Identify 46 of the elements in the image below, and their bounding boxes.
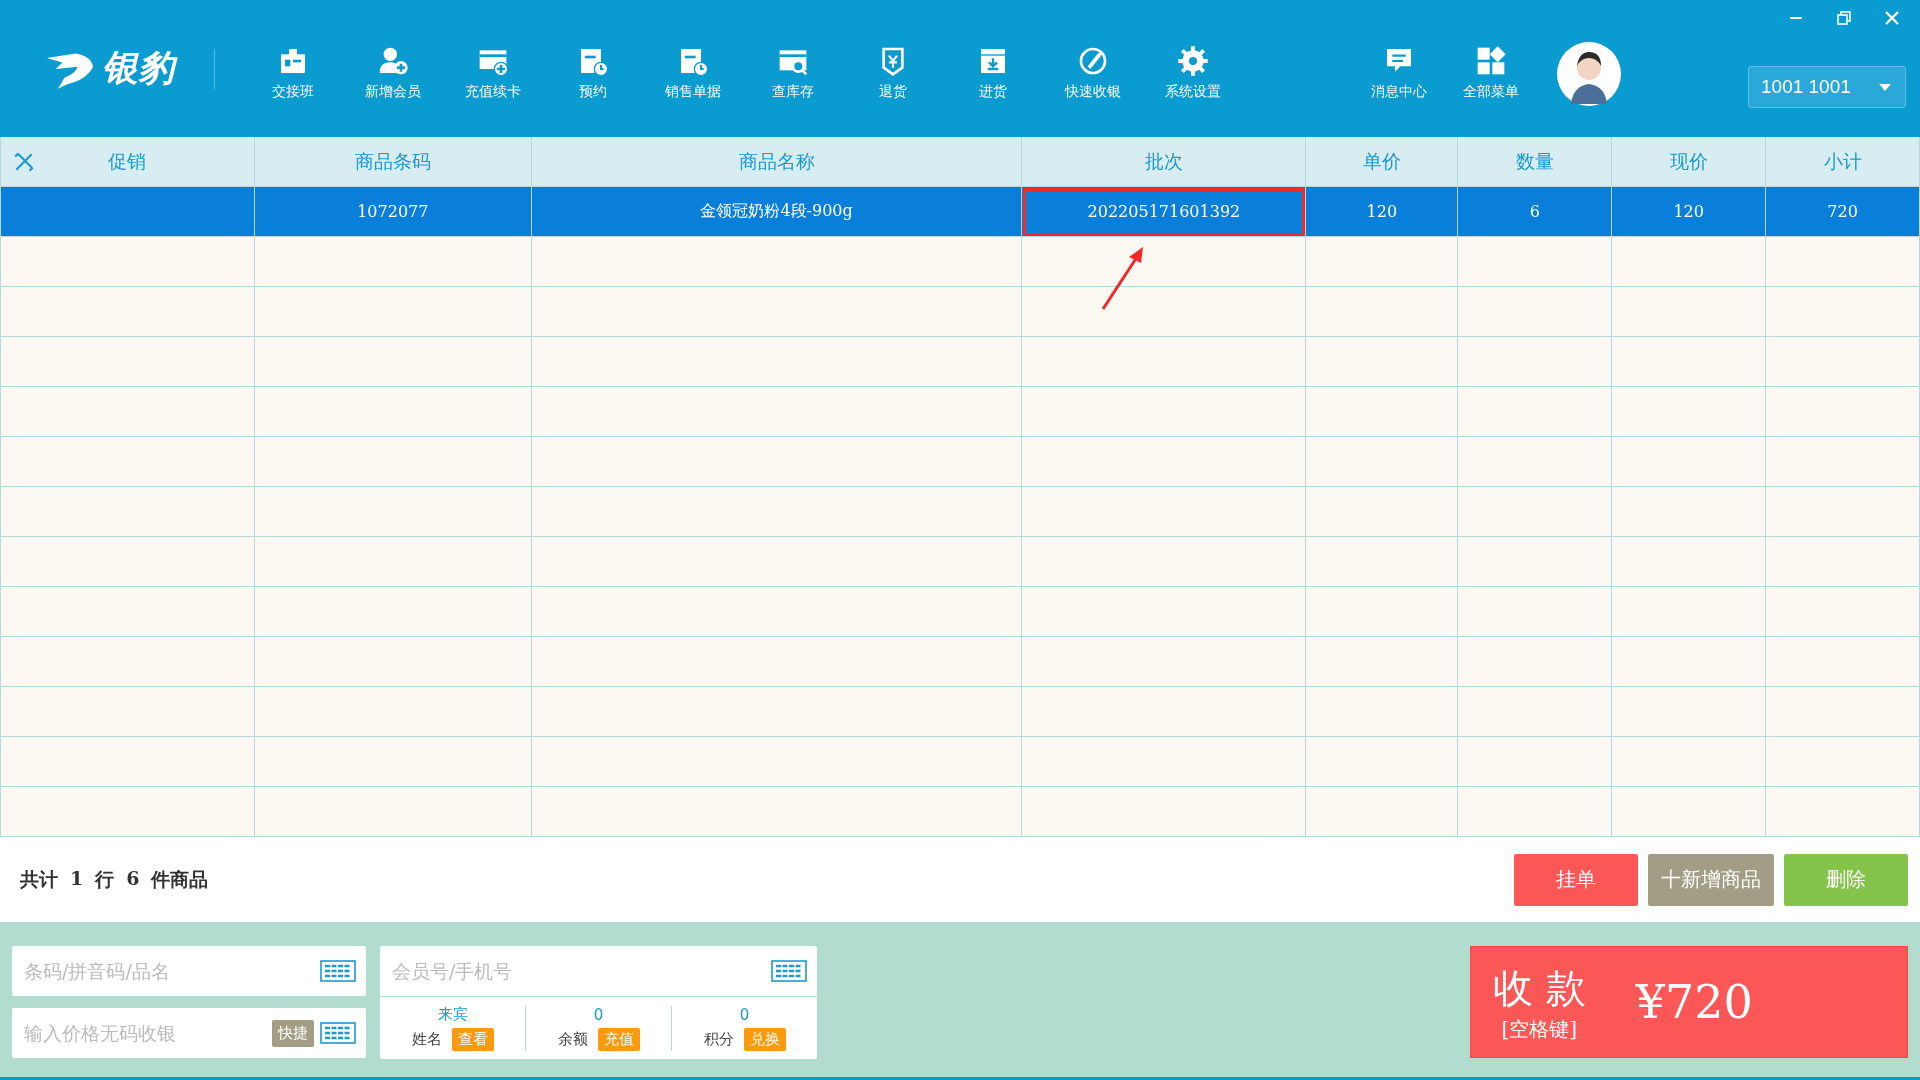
member-value: 0 — [593, 1005, 604, 1024]
keyboard-icon[interactable] — [771, 960, 807, 982]
summary-text: 件商品 — [151, 866, 209, 892]
toolbar-button[interactable]: 预约 — [543, 44, 643, 101]
action-button[interactable]: 十新增商品 — [1648, 853, 1774, 906]
member-value: 0 — [739, 1005, 750, 1024]
summary-text: 共计 — [20, 866, 58, 892]
toolbar-button[interactable]: 充值续卡 — [443, 44, 543, 101]
member-label: 积分 — [703, 1029, 734, 1049]
toolbar-button[interactable]: 销售单据 — [643, 44, 743, 101]
summary-text: 行 — [95, 866, 115, 892]
summary-text: 1 — [70, 866, 84, 891]
action-button[interactable]: 删除 — [1784, 853, 1908, 906]
search-box[interactable]: 条码/拼音码/品名 — [12, 946, 366, 996]
toolbar-button[interactable]: 消息中心 — [1353, 44, 1445, 101]
toolbar-button[interactable]: 退货 — [843, 44, 943, 101]
member-label: 姓名 — [411, 1030, 442, 1049]
price-box[interactable]: 输入价格无码收银 快捷 — [12, 1008, 366, 1058]
user-dropdown[interactable]: 1001 1001 — [1748, 66, 1906, 108]
member-field[interactable]: 会员号/手机号 — [390, 959, 765, 983]
toolbar-button[interactable]: 全部菜单 — [1445, 44, 1537, 101]
member-action-button[interactable]: 查看 — [451, 1028, 494, 1051]
member-label: 余额 — [557, 1029, 588, 1049]
summary-text: 6 — [126, 866, 140, 891]
table-cell: 202205171601392 — [1022, 187, 1307, 237]
action-button[interactable]: 挂单 — [1514, 853, 1638, 906]
member-value: 来宾 — [437, 1005, 468, 1024]
grid-icon — [1475, 44, 1507, 77]
settings-icon — [1177, 44, 1209, 77]
search-field[interactable]: 条码/拼音码/品名 — [22, 959, 314, 983]
avatar[interactable] — [1557, 41, 1621, 106]
keyboard-icon[interactable] — [320, 1022, 356, 1044]
toolbar-button[interactable]: 查库存 — [743, 44, 843, 101]
member-action-button[interactable]: 充值 — [597, 1027, 640, 1051]
toolbar-button[interactable]: 新增会员 — [343, 44, 443, 101]
toolbar-button[interactable]: 快速收银 — [1043, 44, 1143, 101]
toolbar-button[interactable]: 系统设置 — [1143, 44, 1243, 101]
pay-button[interactable]: 收 款 [空格键] ¥720 — [1470, 946, 1908, 1058]
shortcut-button[interactable]: 快捷 — [272, 1019, 314, 1047]
price-field[interactable]: 输入价格无码收银 — [22, 1021, 266, 1045]
tools-icon[interactable] — [13, 151, 35, 173]
toolbar-button[interactable]: 交接班 — [243, 44, 343, 101]
toolbar-button[interactable]: 进货 — [943, 44, 1043, 101]
member-action-button[interactable]: 兑换 — [743, 1027, 786, 1051]
keyboard-icon[interactable] — [320, 960, 356, 982]
caret-icon — [1879, 83, 1891, 91]
